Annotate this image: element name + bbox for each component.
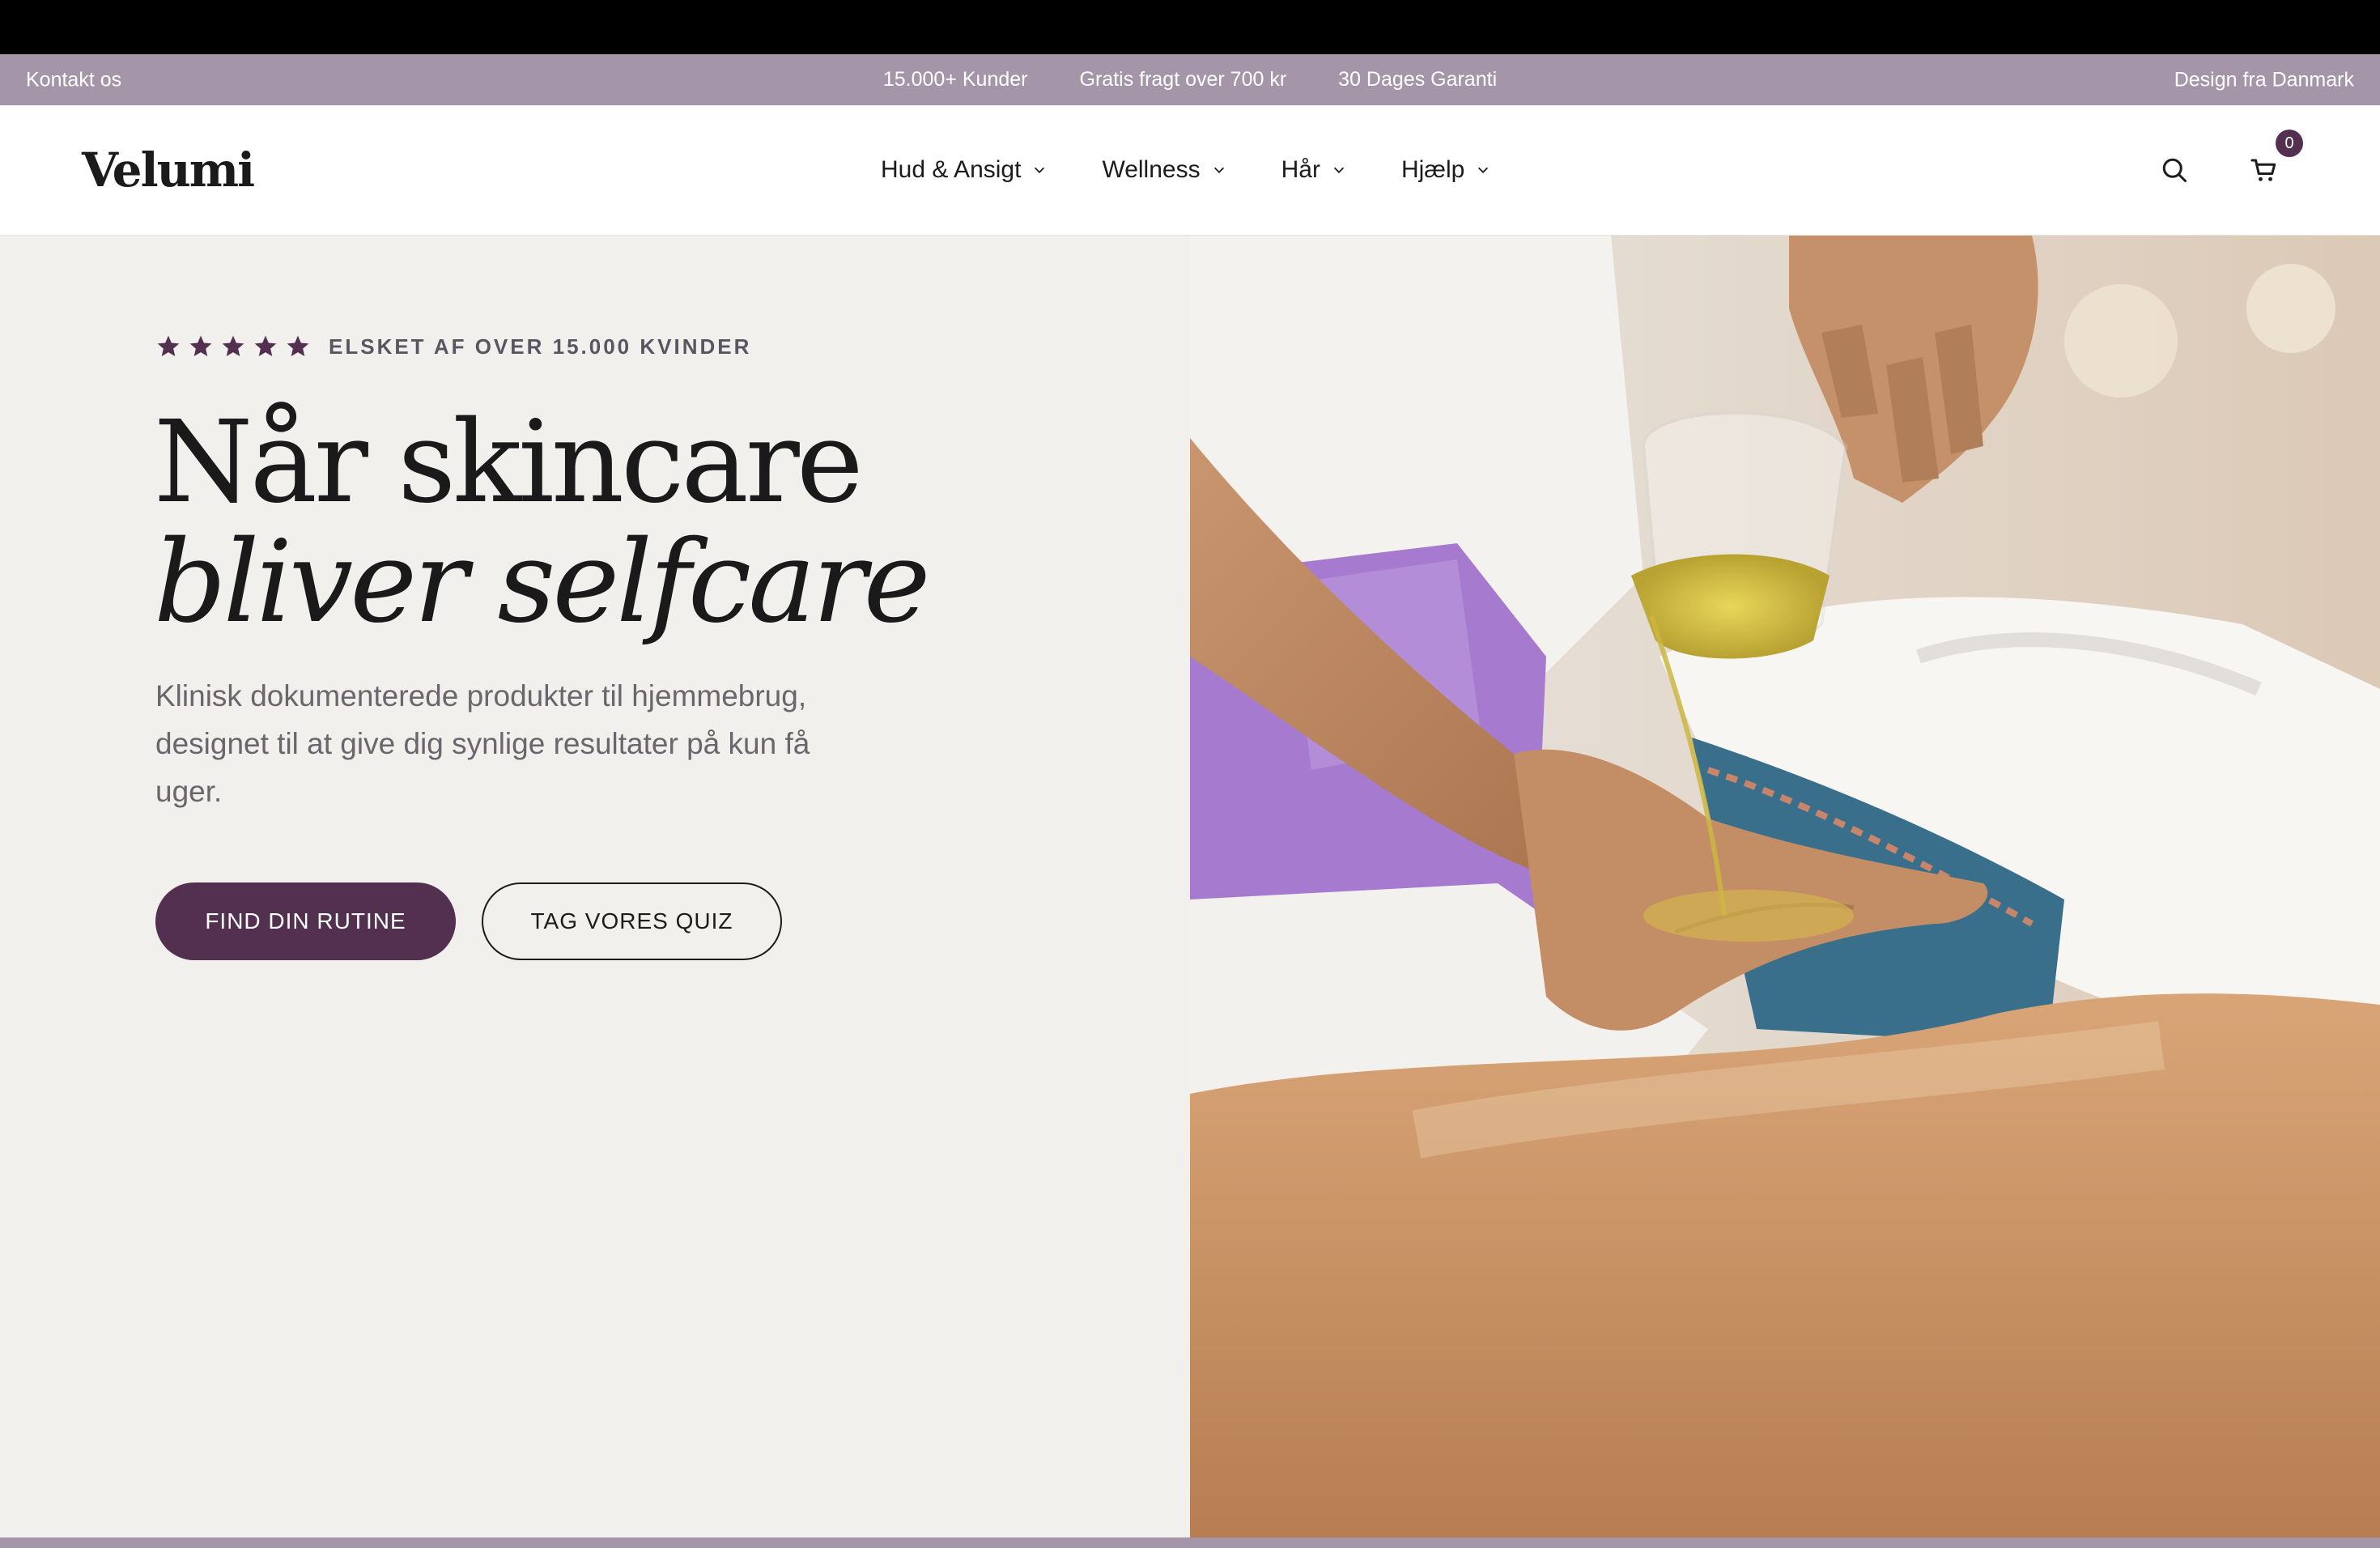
announcement-bar: Kontakt os 15.000+ Kunder Gratis fragt o…	[0, 54, 2380, 105]
announcement-shipping: Gratis fragt over 700 kr	[1079, 68, 1287, 91]
cart-icon[interactable]	[2250, 155, 2279, 185]
star-icon	[287, 335, 309, 356]
nav-item-wellness[interactable]: Wellness	[1102, 156, 1226, 184]
nav-item-hud-ansigt[interactable]: Hud & Ansigt	[881, 156, 1047, 184]
announcement-center: 15.000+ Kunder Gratis fragt over 700 kr …	[0, 54, 2380, 105]
contact-link[interactable]: Kontakt os	[26, 68, 121, 91]
chevron-down-icon	[1213, 167, 1224, 173]
find-routine-button[interactable]: FIND DIN RUTINE	[155, 882, 456, 960]
star-icon	[189, 335, 212, 356]
logo[interactable]: Velumi	[82, 142, 255, 198]
nav-item-label: Hud & Ansigt	[881, 156, 1022, 183]
bottom-strip	[0, 1537, 2380, 1548]
chevron-down-icon	[1035, 167, 1045, 173]
take-quiz-button[interactable]: TAG VORES QUIZ	[482, 882, 782, 960]
main-nav: Hud & Ansigt Wellness Hår Hjælp	[881, 105, 1490, 235]
star-icon	[222, 335, 244, 356]
nav-item-label: Hår	[1281, 156, 1320, 183]
top-black-bar	[0, 0, 2380, 54]
star-icon	[157, 335, 180, 356]
nav-item-label: Hjælp	[1400, 156, 1465, 183]
hero-subtitle: Klinisk dokumenterede produkter til hjem…	[155, 679, 810, 808]
star-rating	[155, 334, 311, 359]
announcement-guarantee: 30 Dages Garanti	[1338, 68, 1498, 91]
hero-title-line2: bliver selfcare	[154, 517, 930, 649]
chevron-down-icon	[1478, 167, 1489, 173]
nav-item-hjaelp[interactable]: Hjælp	[1401, 156, 1490, 184]
announcement-design: Design fra Danmark	[2174, 68, 2354, 91]
rating-text: ELSKET AF OVER 15.000 KVINDER	[329, 334, 752, 359]
cart-count-badge: 0	[2276, 130, 2303, 157]
massage-oil-photo	[1190, 236, 2380, 1537]
nav-item-haar[interactable]: Hår	[1281, 156, 1346, 184]
star-icon	[254, 335, 277, 356]
rating-row: ELSKET AF OVER 15.000 KVINDER	[155, 334, 751, 359]
hero-image	[1190, 236, 2380, 1537]
search-icon[interactable]	[2160, 155, 2189, 185]
nav-item-label: Wellness	[1102, 156, 1201, 183]
hero-title-line1: Når skincare	[154, 397, 864, 529]
announcement-customers: 15.000+ Kunder	[882, 68, 1028, 91]
site-header: Velumi Hud & Ansigt Wellness Hår Hjælp 0	[0, 105, 2380, 236]
chevron-down-icon	[1333, 167, 1344, 173]
